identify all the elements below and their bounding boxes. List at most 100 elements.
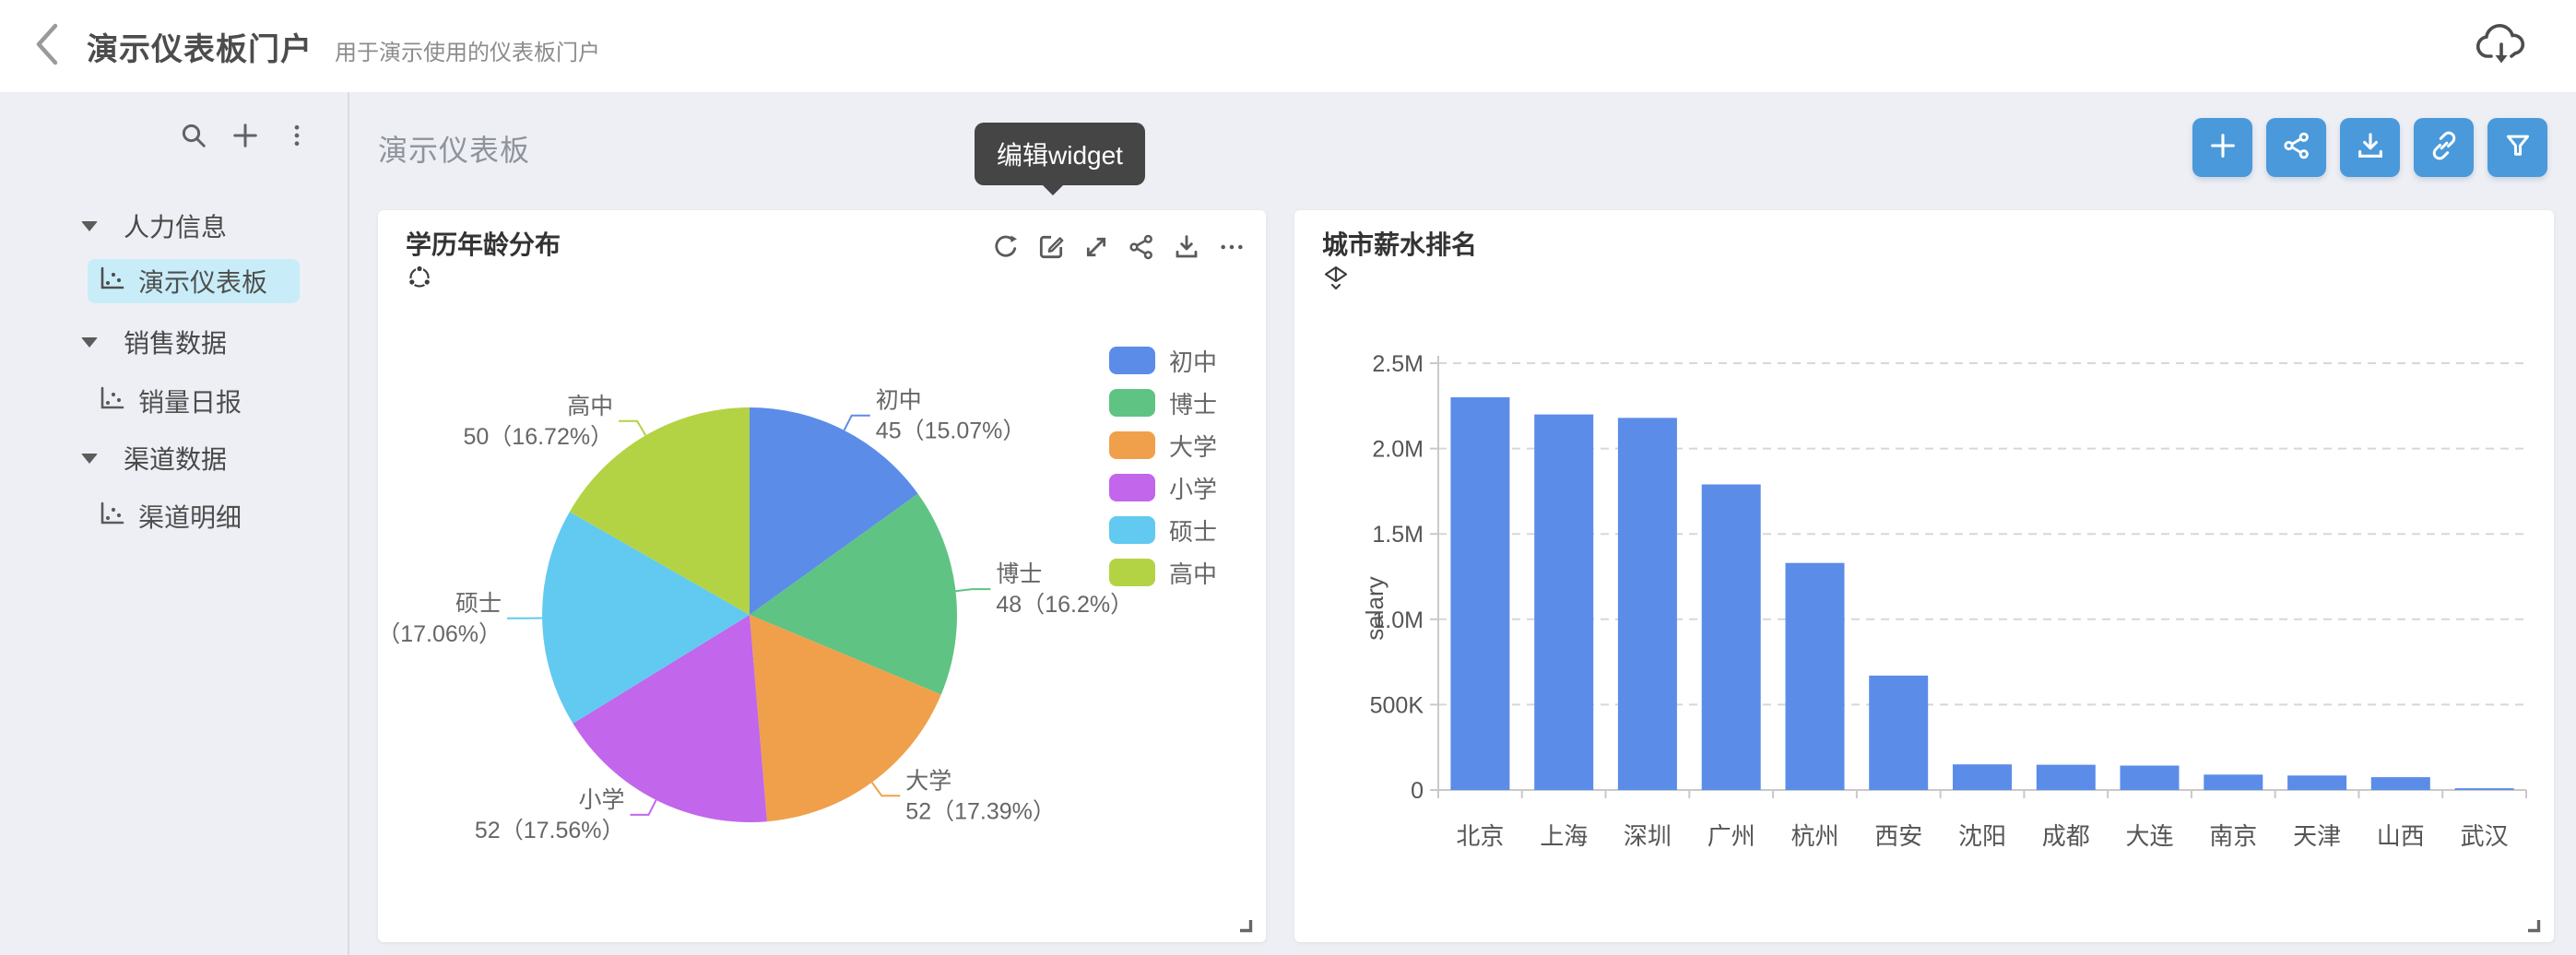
legend-label: 高中 bbox=[1169, 556, 1217, 590]
pie-label-value: 50（16.72%） bbox=[463, 424, 613, 450]
y-axis-label: 2.5M bbox=[1372, 351, 1424, 377]
main-panel: 演示仪表板 编辑widget 学历年龄分布 bbox=[349, 92, 2576, 955]
pie-label-line bbox=[845, 416, 870, 430]
bar-成都[interactable] bbox=[2037, 765, 2096, 790]
app-header: 演示仪表板门户 用于演示使用的仪表板门户 bbox=[0, 0, 2576, 92]
tree-item-sales-daily[interactable]: 销量日报 bbox=[88, 379, 300, 423]
legend-swatch bbox=[1109, 559, 1155, 586]
tree-group-hr[interactable]: 人力信息 bbox=[0, 198, 348, 253]
y-axis-label: 2.0M bbox=[1372, 437, 1424, 463]
bar-广州[interactable] bbox=[1702, 485, 1761, 791]
legend-item-小学[interactable]: 小学 bbox=[1109, 474, 1217, 501]
pie-label-line bbox=[872, 783, 901, 796]
cloud-download-icon bbox=[2475, 22, 2528, 71]
pie-label-line bbox=[631, 800, 656, 815]
legend-swatch bbox=[1109, 516, 1155, 544]
expand-icon[interactable] bbox=[1081, 232, 1111, 262]
x-axis-label: 深圳 bbox=[1624, 822, 1672, 850]
tree-item-demo-dashboard[interactable]: 演示仪表板 bbox=[88, 259, 300, 303]
edit-icon[interactable] bbox=[1036, 232, 1066, 262]
widget-title: 城市薪水排名 bbox=[1322, 225, 1477, 262]
pie-label-name: 大学 bbox=[905, 768, 951, 794]
x-axis-label: 山西 bbox=[2377, 822, 2425, 850]
legend-label: 大学 bbox=[1169, 429, 1217, 463]
bar-天津[interactable] bbox=[2287, 775, 2346, 790]
pie-label-name: 博士 bbox=[996, 561, 1042, 587]
x-axis-label: 西安 bbox=[1874, 822, 1922, 850]
sidebar: 人力信息 演示仪表板 销售数据 销量日报 渠道数据 bbox=[0, 92, 349, 955]
link-button[interactable] bbox=[2414, 118, 2474, 177]
caret-down-icon bbox=[81, 337, 98, 348]
more-icon[interactable] bbox=[1217, 232, 1247, 262]
widget-grid: 学历年龄分布 初中45（15. bbox=[378, 210, 2554, 942]
edit-widget-tooltip: 编辑widget bbox=[975, 123, 1145, 185]
chart-icon bbox=[98, 500, 125, 534]
resize-handle-icon[interactable] bbox=[1237, 917, 1253, 933]
filter-icon bbox=[2502, 130, 2534, 166]
tree-item-label: 演示仪表板 bbox=[138, 263, 267, 300]
bar-沈阳[interactable] bbox=[1953, 764, 2012, 790]
share-icon[interactable] bbox=[1127, 232, 1156, 262]
x-axis-label: 成都 bbox=[2042, 822, 2090, 850]
tree-group-label: 渠道数据 bbox=[124, 440, 227, 477]
y-axis-label: 1.5M bbox=[1372, 522, 1424, 548]
bar-杭州[interactable] bbox=[1786, 563, 1845, 790]
legend-label: 小学 bbox=[1169, 471, 1217, 505]
legend-item-博士[interactable]: 博士 bbox=[1109, 389, 1217, 417]
legend-item-硕士[interactable]: 硕士 bbox=[1109, 516, 1217, 544]
widget-card-city-salary-bar: 城市薪水排名 2.5M2.0M1.5M1.0M500K0salary北京上海深圳… bbox=[1294, 210, 2554, 942]
download-icon[interactable] bbox=[1172, 232, 1201, 262]
tree-item-label: 渠道明细 bbox=[138, 498, 242, 535]
refresh-icon[interactable] bbox=[991, 232, 1021, 262]
pie-label-value: 52（17.39%） bbox=[905, 798, 1056, 824]
share-icon bbox=[2281, 130, 2312, 166]
add-widget-button[interactable] bbox=[2192, 118, 2252, 177]
plus-icon bbox=[2207, 130, 2239, 166]
bar-大连[interactable] bbox=[2121, 766, 2180, 791]
back-button[interactable] bbox=[26, 22, 66, 70]
caret-down-icon bbox=[81, 221, 98, 231]
legend-label: 初中 bbox=[1169, 344, 1217, 378]
bar-上海[interactable] bbox=[1534, 415, 1593, 790]
legend-item-初中[interactable]: 初中 bbox=[1109, 347, 1217, 374]
pie-label-name: 小学 bbox=[578, 787, 624, 813]
bar-西安[interactable] bbox=[1869, 676, 1928, 790]
linkage-icon[interactable] bbox=[406, 264, 433, 291]
tree-item-channel-detail[interactable]: 渠道明细 bbox=[88, 494, 300, 538]
pie-label-name: 初中 bbox=[876, 388, 922, 414]
dashboard-tree: 人力信息 演示仪表板 销售数据 销量日报 渠道数据 bbox=[0, 92, 348, 538]
y-axis-label: 0 bbox=[1411, 778, 1424, 804]
tree-group-label: 销售数据 bbox=[124, 324, 227, 360]
download-dashboard-button[interactable] bbox=[2340, 118, 2400, 177]
x-axis-label: 上海 bbox=[1540, 822, 1588, 850]
widget-card-education-pie: 学历年龄分布 初中45（15. bbox=[378, 210, 1266, 942]
x-axis-label: 天津 bbox=[2293, 822, 2341, 850]
tree-group-sales[interactable]: 销售数据 bbox=[0, 314, 348, 370]
filter-button[interactable] bbox=[2487, 118, 2547, 177]
pie-label-line bbox=[956, 589, 991, 591]
x-axis-label: 北京 bbox=[1456, 822, 1504, 850]
bar-山西[interactable] bbox=[2371, 777, 2430, 790]
tree-group-label: 人力信息 bbox=[124, 207, 227, 244]
widget-toolbar bbox=[991, 232, 1247, 262]
pie-label-name: 高中 bbox=[567, 394, 613, 419]
x-axis-label: 沈阳 bbox=[1958, 822, 2006, 850]
share-dashboard-button[interactable] bbox=[2266, 118, 2326, 177]
chart-icon bbox=[98, 265, 125, 299]
pie-legend: 初中博士大学小学硕士高中 bbox=[1109, 347, 1217, 586]
bar-南京[interactable] bbox=[2204, 774, 2263, 790]
legend-swatch bbox=[1109, 347, 1155, 374]
resize-handle-icon[interactable] bbox=[2525, 917, 2541, 933]
bar-深圳[interactable] bbox=[1618, 418, 1677, 790]
pie-label-name: 硕士 bbox=[455, 591, 502, 617]
pie-label-value: 48（16.2%） bbox=[996, 592, 1133, 618]
cloud-download-button[interactable] bbox=[2475, 22, 2528, 71]
bar-北京[interactable] bbox=[1450, 397, 1509, 790]
tree-group-channel[interactable]: 渠道数据 bbox=[0, 430, 348, 486]
legend-item-高中[interactable]: 高中 bbox=[1109, 559, 1217, 586]
y-axis-label: 500K bbox=[1370, 692, 1424, 718]
legend-item-大学[interactable]: 大学 bbox=[1109, 431, 1217, 459]
bar-武汉[interactable] bbox=[2455, 788, 2514, 790]
drill-icon[interactable] bbox=[1322, 264, 1350, 291]
widget-title: 学历年龄分布 bbox=[406, 225, 561, 262]
